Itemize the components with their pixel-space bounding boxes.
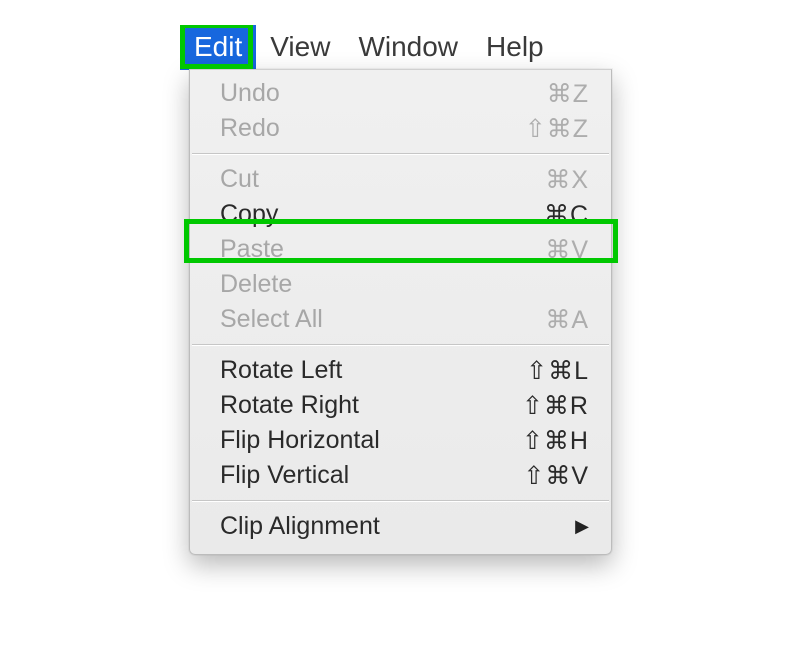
- menu-item-shortcut: ⇧⌘R: [522, 391, 589, 421]
- menu-item-rotate-right[interactable]: Rotate Right ⇧⌘R: [190, 388, 611, 423]
- menu-item-label: Paste: [220, 235, 284, 264]
- edit-dropdown: Undo ⌘Z Redo ⇧⌘Z Cut ⌘X Copy ⌘C Paste ⌘V…: [189, 69, 612, 555]
- menu-item-redo[interactable]: Redo ⇧⌘Z: [190, 111, 611, 146]
- menu-separator: [192, 153, 609, 155]
- menu-item-copy[interactable]: Copy ⌘C: [190, 197, 611, 232]
- menu-item-label: Flip Horizontal: [220, 426, 380, 455]
- menu-item-flip-vertical[interactable]: Flip Vertical ⇧⌘V: [190, 458, 611, 493]
- menu-item-shortcut: ⌘X: [545, 165, 589, 195]
- menu-item-label: Rotate Right: [220, 391, 359, 420]
- submenu-arrow-icon: ▶: [575, 516, 589, 537]
- menubar-label: View: [270, 31, 330, 62]
- menu-item-select-all[interactable]: Select All ⌘A: [190, 302, 611, 337]
- menubar-label: Help: [486, 31, 544, 62]
- menu-item-label: Rotate Left: [220, 356, 342, 385]
- menu-separator: [192, 500, 609, 502]
- menu-item-flip-horizontal[interactable]: Flip Horizontal ⇧⌘H: [190, 423, 611, 458]
- menubar-item-view[interactable]: View: [256, 25, 344, 70]
- menu-item-shortcut: ⌘V: [545, 235, 589, 265]
- menubar-label: Window: [358, 31, 458, 62]
- menubar-item-window[interactable]: Window: [344, 25, 472, 70]
- menubar: Edit View Window Help: [180, 25, 558, 70]
- menu-item-label: Delete: [220, 270, 292, 299]
- menu-item-shortcut: ⇧⌘L: [526, 356, 589, 386]
- menu-item-label: Select All: [220, 305, 323, 334]
- app-frame: Edit View Window Help Undo ⌘Z Redo ⇧⌘Z C…: [100, 25, 700, 624]
- menubar-item-edit[interactable]: Edit: [180, 25, 256, 70]
- menu-item-delete[interactable]: Delete: [190, 267, 611, 302]
- menubar-item-help[interactable]: Help: [472, 25, 558, 70]
- menu-item-paste[interactable]: Paste ⌘V: [190, 232, 611, 267]
- menu-item-shortcut: ⌘Z: [547, 79, 589, 109]
- menu-item-shortcut: ⇧⌘V: [523, 461, 589, 491]
- menu-item-cut[interactable]: Cut ⌘X: [190, 162, 611, 197]
- menu-item-undo[interactable]: Undo ⌘Z: [190, 76, 611, 111]
- menubar-label: Edit: [194, 31, 242, 62]
- menu-item-label: Copy: [220, 200, 278, 229]
- menu-item-label: Undo: [220, 79, 280, 108]
- menu-item-shortcut: ⌘A: [545, 305, 589, 335]
- menu-separator: [192, 344, 609, 346]
- menu-item-label: Flip Vertical: [220, 461, 349, 490]
- menu-item-shortcut: ⇧⌘H: [522, 426, 589, 456]
- menu-item-label: Cut: [220, 165, 259, 194]
- menu-item-clip-alignment[interactable]: Clip Alignment ▶: [190, 509, 611, 544]
- menu-item-rotate-left[interactable]: Rotate Left ⇧⌘L: [190, 353, 611, 388]
- menu-item-shortcut: ⇧⌘Z: [525, 114, 589, 144]
- menu-item-label: Redo: [220, 114, 280, 143]
- menu-item-shortcut: ⌘C: [544, 200, 589, 230]
- menu-item-label: Clip Alignment: [220, 512, 380, 541]
